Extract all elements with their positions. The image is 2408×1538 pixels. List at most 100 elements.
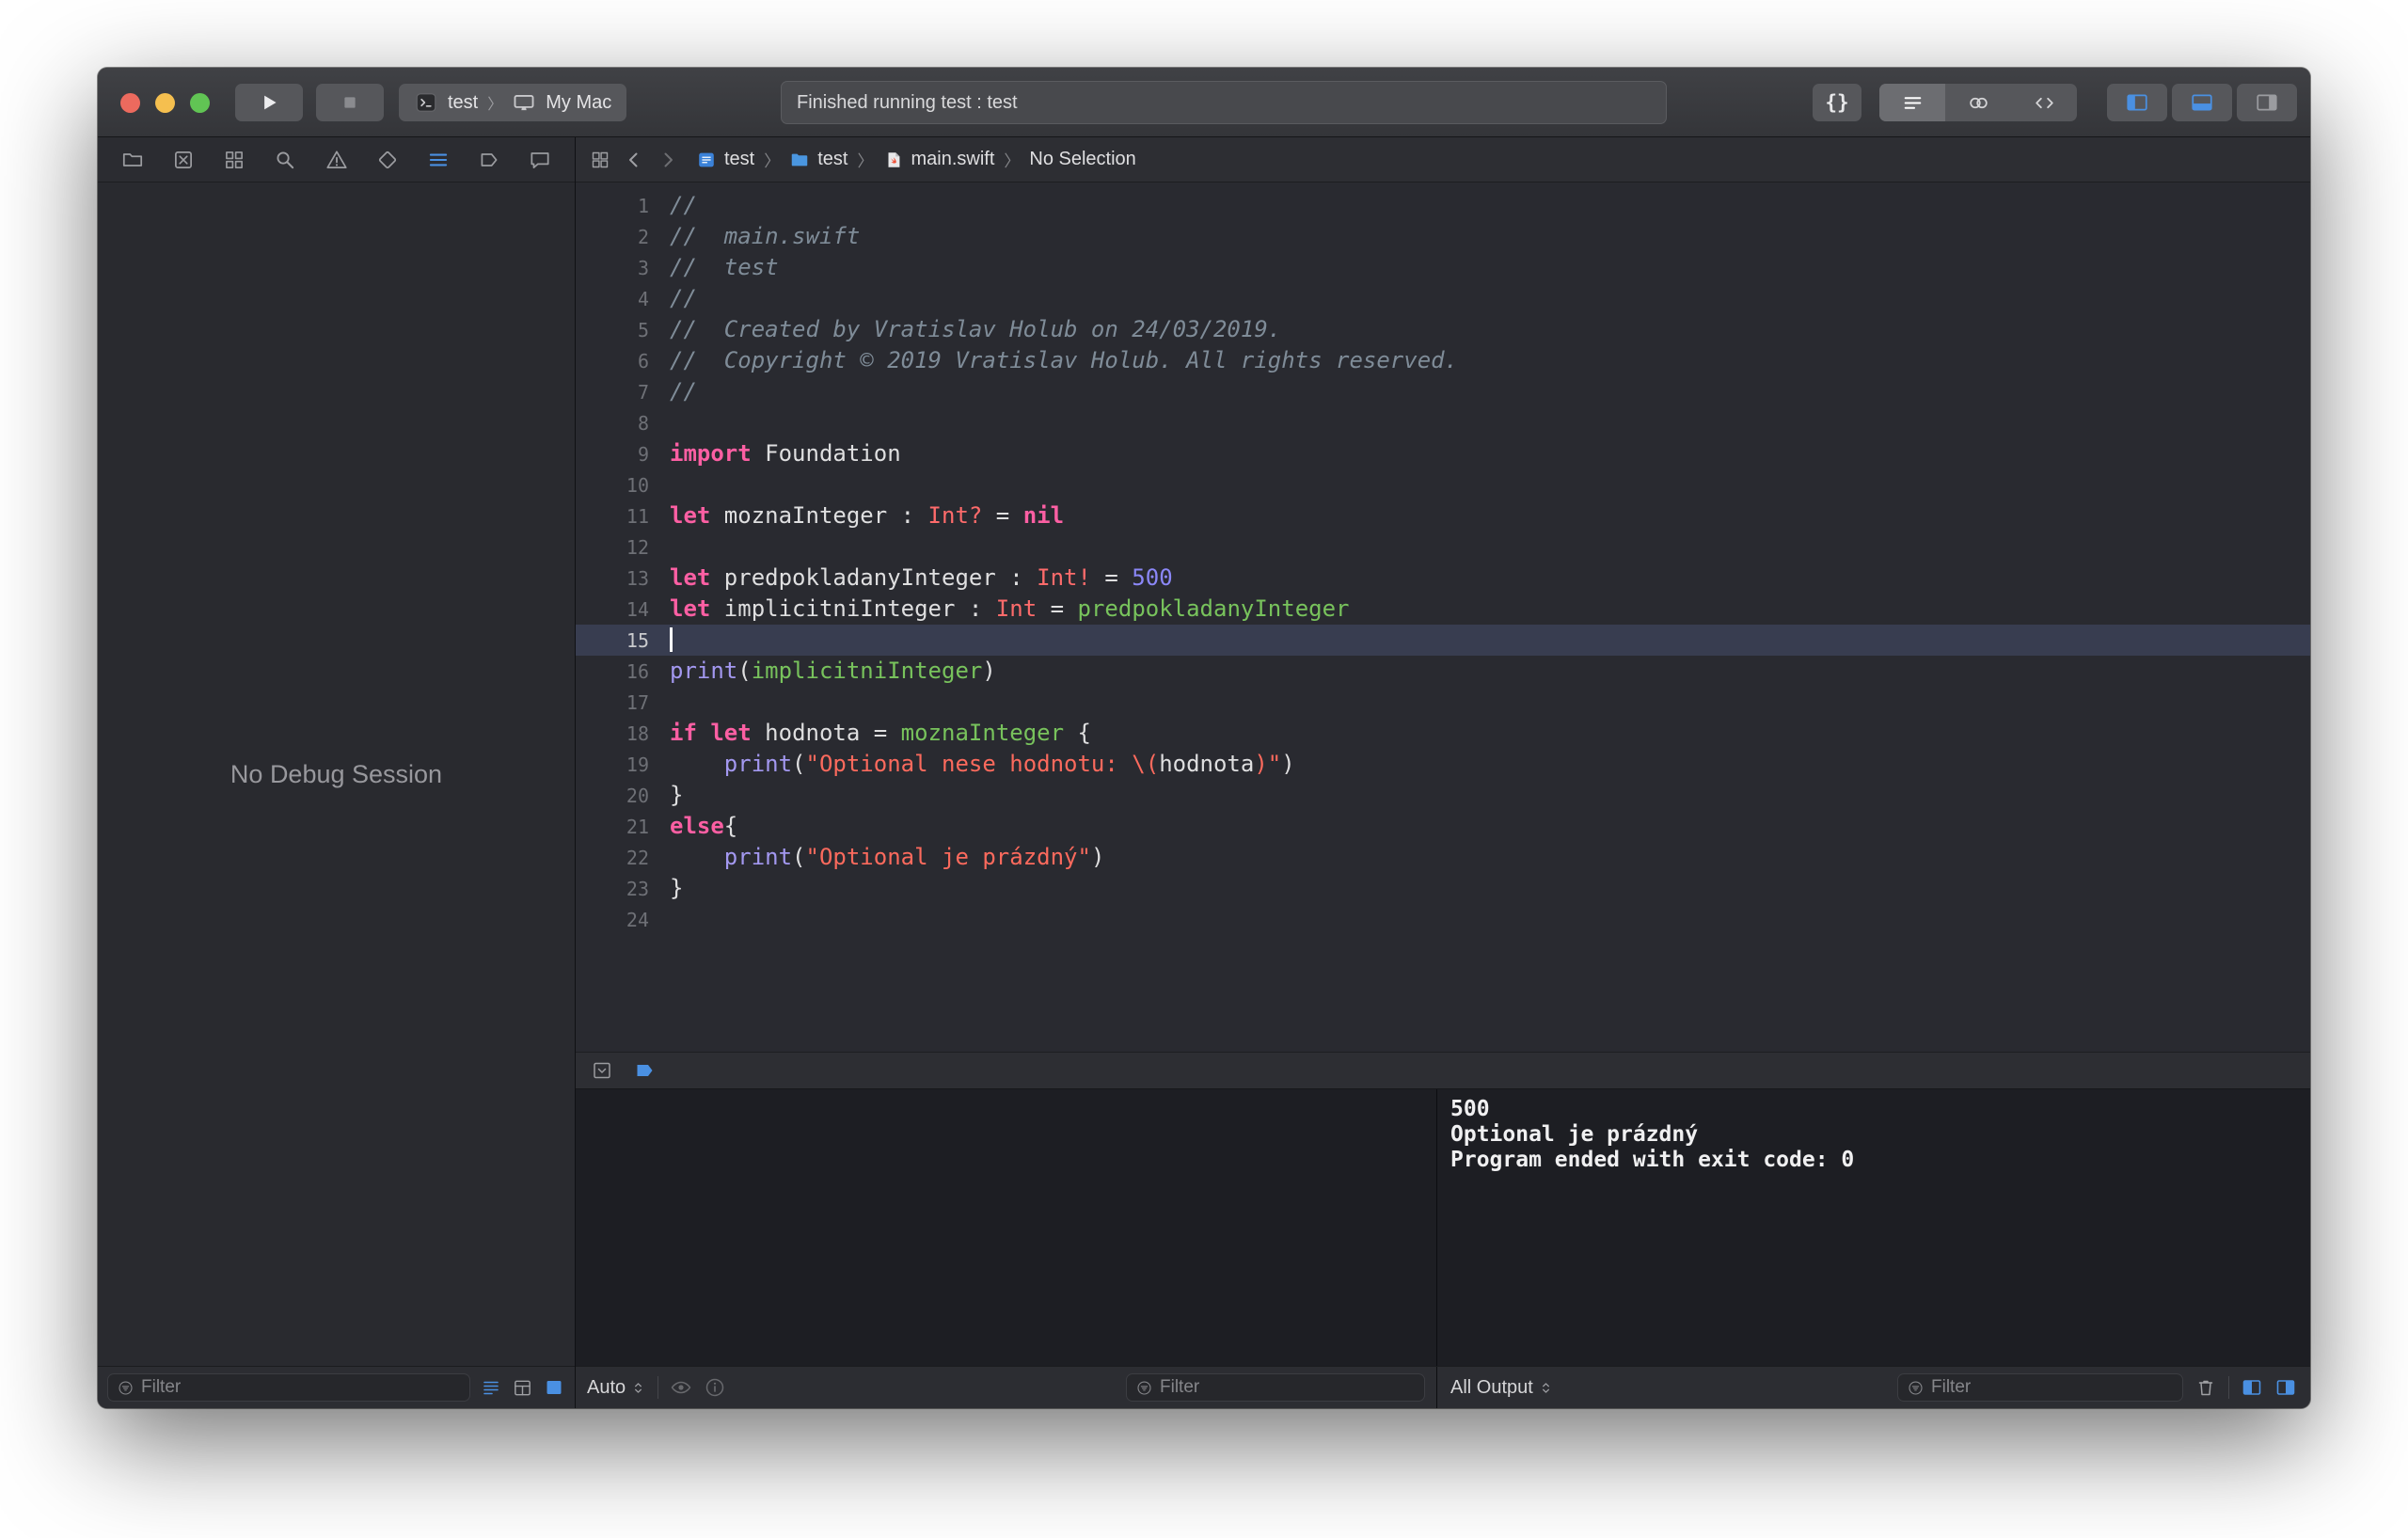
navigator-panel-toggle[interactable] bbox=[2107, 84, 2167, 121]
variables-scope-dropdown[interactable]: Auto bbox=[587, 1377, 646, 1399]
code-line[interactable]: 20} bbox=[576, 780, 2310, 811]
code-line[interactable]: 19 print("Optional nese hodnotu: \(hodno… bbox=[576, 749, 2310, 780]
minimize-button[interactable] bbox=[155, 93, 175, 113]
zoom-button[interactable] bbox=[190, 93, 210, 113]
code-line[interactable]: 5// Created by Vratislav Holub on 24/03/… bbox=[576, 314, 2310, 345]
related-items-icon[interactable] bbox=[589, 149, 611, 171]
breakpoint-toggle-icon[interactable] bbox=[632, 1059, 657, 1082]
square-fill-icon[interactable] bbox=[543, 1376, 565, 1399]
issue-navigator-icon[interactable] bbox=[325, 148, 349, 172]
code-line[interactable]: 1// bbox=[576, 190, 2310, 221]
line-number[interactable]: 2 bbox=[576, 226, 649, 248]
code-line[interactable]: 3// test bbox=[576, 252, 2310, 283]
quick-look-button[interactable] bbox=[670, 1376, 692, 1399]
toolbar: test 〉 My Mac Finished running test : te… bbox=[98, 68, 2310, 137]
line-number[interactable]: 19 bbox=[576, 753, 649, 776]
version-editor-button[interactable] bbox=[2011, 84, 2077, 121]
line-number[interactable]: 15 bbox=[576, 629, 649, 652]
line-number[interactable]: 17 bbox=[576, 691, 649, 714]
line-number[interactable]: 13 bbox=[576, 567, 649, 590]
breakpoint-navigator-icon[interactable] bbox=[477, 148, 501, 172]
forward-button[interactable] bbox=[657, 149, 679, 171]
line-number[interactable]: 24 bbox=[576, 909, 649, 931]
code-line[interactable]: 11let moznaInteger : Int? = nil bbox=[576, 500, 2310, 531]
run-button[interactable] bbox=[235, 84, 303, 121]
line-number[interactable]: 10 bbox=[576, 474, 649, 497]
code-line[interactable]: 6// Copyright © 2019 Vratislav Holub. Al… bbox=[576, 345, 2310, 376]
line-number[interactable]: 12 bbox=[576, 536, 649, 559]
debug-navigator-icon[interactable] bbox=[426, 148, 451, 172]
code-line[interactable]: 24 bbox=[576, 904, 2310, 935]
code-line[interactable]: 18if let hodnota = moznaInteger { bbox=[576, 718, 2310, 749]
code-line[interactable]: 9import Foundation bbox=[576, 438, 2310, 469]
scheme-target-label[interactable]: test bbox=[448, 92, 478, 114]
show-console-view-toggle[interactable] bbox=[2274, 1376, 2297, 1399]
line-number[interactable]: 14 bbox=[576, 598, 649, 621]
line-number[interactable]: 16 bbox=[576, 660, 649, 683]
grid-icon[interactable] bbox=[512, 1377, 533, 1399]
stop-button[interactable] bbox=[316, 84, 384, 121]
breadcrumb-item[interactable]: No Selection bbox=[1029, 149, 1135, 170]
test-navigator-icon[interactable] bbox=[375, 148, 400, 172]
debug-area-panel-toggle[interactable] bbox=[2172, 84, 2232, 121]
code-line[interactable]: 4// bbox=[576, 283, 2310, 314]
code-line[interactable]: 12 bbox=[576, 531, 2310, 563]
line-number[interactable]: 20 bbox=[576, 785, 649, 807]
code-line[interactable]: 13let predpokladanyInteger : Int! = 500 bbox=[576, 563, 2310, 594]
code-line[interactable]: 16print(implicitniInteger) bbox=[576, 656, 2310, 687]
scheme-selector[interactable]: test 〉 My Mac bbox=[399, 84, 626, 121]
code-editor[interactable]: 1//2// main.swift3// test4//5// Created … bbox=[576, 182, 2310, 1052]
line-number[interactable]: 23 bbox=[576, 878, 649, 900]
line-number[interactable]: 6 bbox=[576, 350, 649, 373]
code-line[interactable]: 2// main.swift bbox=[576, 221, 2310, 252]
clear-console-button[interactable] bbox=[2194, 1376, 2217, 1399]
bars-icon[interactable] bbox=[480, 1376, 502, 1399]
line-number[interactable]: 18 bbox=[576, 722, 649, 745]
find-navigator-icon[interactable] bbox=[273, 148, 297, 172]
line-number[interactable]: 7 bbox=[576, 381, 649, 404]
code-line[interactable]: 14let implicitniInteger : Int = predpokl… bbox=[576, 594, 2310, 625]
inspector-panel-toggle[interactable] bbox=[2237, 84, 2297, 121]
breadcrumb-item[interactable]: main.swift bbox=[883, 149, 995, 170]
variables-filter-field[interactable]: Filter bbox=[1126, 1373, 1425, 1402]
code-line[interactable]: 8 bbox=[576, 407, 2310, 438]
code-text: print("Optional nese hodnotu: \(hodnota)… bbox=[649, 749, 1295, 780]
hide-debug-area-icon[interactable] bbox=[591, 1059, 613, 1082]
code-line[interactable]: 7// bbox=[576, 376, 2310, 407]
print-description-button[interactable] bbox=[704, 1376, 726, 1399]
code-braces-button[interactable]: {} bbox=[1813, 84, 1861, 121]
line-number[interactable]: 1 bbox=[576, 195, 649, 217]
code-line[interactable]: 17 bbox=[576, 687, 2310, 718]
code-line[interactable]: 10 bbox=[576, 469, 2310, 500]
console-output[interactable]: 500Optional je prázdnýProgram ended with… bbox=[1437, 1089, 2310, 1366]
assistant-editor-button[interactable] bbox=[1945, 84, 2011, 121]
breadcrumb-item[interactable]: test bbox=[696, 149, 754, 170]
symbol-navigator-icon[interactable] bbox=[222, 148, 246, 172]
code-line[interactable]: 22 print("Optional je prázdný") bbox=[576, 842, 2310, 873]
project-navigator-icon[interactable] bbox=[120, 148, 145, 172]
line-number[interactable]: 9 bbox=[576, 443, 649, 466]
navigator-filter-field[interactable]: Filter bbox=[107, 1373, 470, 1402]
back-button[interactable] bbox=[623, 149, 645, 171]
line-number[interactable]: 5 bbox=[576, 319, 649, 341]
console-filter-field[interactable]: Filter bbox=[1897, 1373, 2183, 1402]
line-number[interactable]: 3 bbox=[576, 257, 649, 279]
updown-chevrons-icon bbox=[630, 1380, 646, 1396]
code-line[interactable]: 23} bbox=[576, 873, 2310, 904]
scheme-destination-label[interactable]: My Mac bbox=[546, 92, 611, 114]
code-line[interactable]: 21else{ bbox=[576, 811, 2310, 842]
code-line[interactable]: 15 bbox=[576, 625, 2310, 656]
report-navigator-icon[interactable] bbox=[528, 148, 552, 172]
close-button[interactable] bbox=[120, 93, 140, 113]
standard-editor-button[interactable] bbox=[1879, 84, 1945, 121]
line-number[interactable]: 8 bbox=[576, 412, 649, 435]
line-number[interactable]: 11 bbox=[576, 505, 649, 528]
console-scope-dropdown[interactable]: All Output bbox=[1450, 1377, 1554, 1399]
source-control-navigator-icon[interactable] bbox=[171, 148, 196, 172]
line-number[interactable]: 22 bbox=[576, 847, 649, 869]
variables-view[interactable] bbox=[576, 1089, 1437, 1366]
line-number[interactable]: 4 bbox=[576, 288, 649, 310]
line-number[interactable]: 21 bbox=[576, 816, 649, 838]
show-variables-view-toggle[interactable] bbox=[2241, 1376, 2263, 1399]
breadcrumb-item[interactable]: test bbox=[789, 149, 848, 170]
